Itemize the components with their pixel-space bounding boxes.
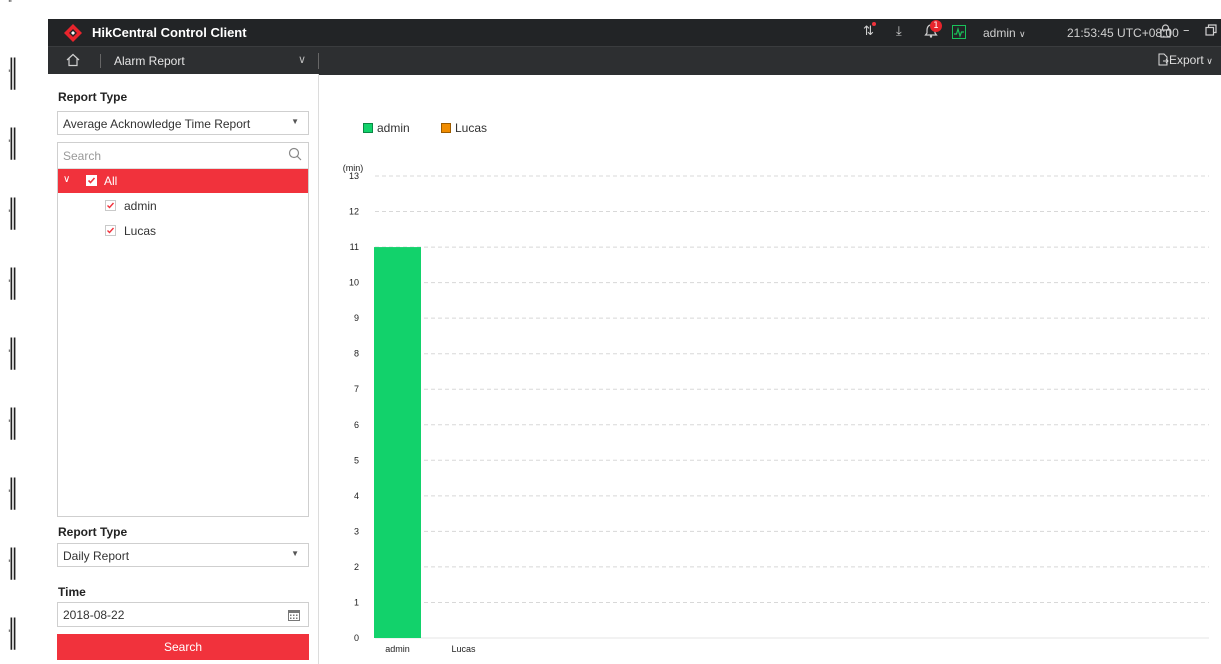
date-value: 2018-08-22	[63, 608, 125, 622]
margin-mark: "	[8, 139, 13, 149]
margin-mark: "	[8, 349, 13, 359]
y-tick-label: 12	[349, 207, 359, 217]
dropdown-caret-icon: ▼	[291, 549, 299, 558]
tree-node-label: Lucas	[124, 224, 157, 238]
y-tick-label: 3	[354, 526, 359, 536]
tree-node-lucas[interactable]: Lucas	[58, 219, 308, 243]
left-margin-strip: " ‖ " ‖ " ‖ " ‖ " ‖ " ‖ " ‖ " ‖ " ‖ "	[0, 0, 48, 664]
lock-icon[interactable]	[1160, 24, 1171, 42]
tree-node-all-label: All	[104, 174, 118, 188]
y-tick-label: 10	[349, 278, 359, 288]
search-button[interactable]: Search	[57, 634, 309, 660]
chevron-down-icon[interactable]: ∨	[298, 53, 306, 66]
health-monitor-icon[interactable]	[952, 25, 966, 43]
tree-node-label: admin	[124, 199, 157, 213]
report-type-value: Average Acknowledge Time Report	[63, 117, 251, 131]
y-tick-label: 6	[354, 420, 359, 430]
margin-mark: "	[8, 489, 13, 499]
y-tick-label: 8	[354, 349, 359, 359]
dropdown-caret-icon: ▼	[291, 117, 299, 126]
tree-node-admin[interactable]: admin	[58, 194, 308, 218]
y-tick-label: 4	[354, 491, 359, 501]
chart-plot: 012345678910111213(min)admin Lucas	[343, 163, 1209, 654]
export-icon	[1158, 53, 1169, 66]
search-icon[interactable]	[288, 147, 302, 161]
export-button[interactable]: Export ∨	[1157, 53, 1213, 67]
chevron-down-icon[interactable]: ∨	[63, 174, 70, 185]
all-checkbox[interactable]	[86, 175, 97, 186]
period-type-select[interactable]: Daily Report ▼	[57, 543, 309, 567]
alarm-bell-icon[interactable]: 1	[924, 20, 942, 42]
margin-mark: "	[8, 279, 13, 289]
y-tick-label: 1	[354, 597, 359, 607]
margin-mark: "	[8, 629, 13, 639]
margin-mark: "	[8, 559, 13, 569]
y-tick-label: 9	[354, 313, 359, 323]
period-type-label: Report Type	[58, 525, 128, 539]
time-label: Time	[58, 585, 86, 599]
person-tree: Search ∨ All admin Lucas	[57, 142, 309, 517]
app-window: HikCentral Control Client ⇅ ⤓ 1 admin ∨ …	[48, 19, 1221, 664]
tab-divider	[100, 54, 101, 68]
bar-admin	[374, 247, 421, 639]
export-label: Export	[1169, 53, 1204, 67]
x-tick-label: Lucas	[451, 644, 476, 654]
date-field[interactable]: 2018-08-22	[57, 602, 309, 627]
y-tick-label: 2	[354, 562, 359, 572]
user-name: admin	[983, 26, 1016, 40]
period-type-value: Daily Report	[63, 549, 130, 563]
restore-icon[interactable]	[1205, 24, 1217, 40]
chevron-down-icon: ∨	[1019, 29, 1026, 39]
y-tick-label: 7	[354, 384, 359, 394]
report-type-select[interactable]: Average Acknowledge Time Report ▼	[57, 111, 309, 135]
hikcentral-logo-icon	[64, 24, 82, 42]
tree-node-all[interactable]: ∨ All	[58, 169, 308, 193]
margin-mark: "	[8, 69, 13, 79]
report-sidebar: Report Type Average Acknowledge Time Rep…	[48, 74, 319, 664]
tab-alarm-report[interactable]: Alarm Report	[114, 54, 185, 68]
margin-mark: "	[8, 419, 13, 429]
tree-search-placeholder: Search	[63, 149, 102, 163]
y-axis-label: (min)	[343, 163, 364, 173]
calendar-icon[interactable]	[288, 609, 300, 621]
user-menu[interactable]: admin ∨	[983, 26, 1026, 40]
tree-search-input[interactable]: Search	[58, 143, 308, 169]
app-title: HikCentral Control Client	[92, 25, 247, 40]
y-tick-label: 11	[350, 242, 359, 252]
margin-mark: "	[8, 209, 13, 219]
y-tick-label: 0	[354, 633, 359, 643]
admin-checkbox[interactable]	[105, 200, 116, 211]
report-type-label: Report Type	[58, 90, 128, 104]
x-tick-label: admin	[385, 644, 410, 654]
lucas-checkbox[interactable]	[105, 225, 116, 236]
margin-mark: "	[8, 0, 13, 9]
report-chart: admin Lucas 0 1 2 3 4 5 6 7 8 9 10 11 12 13 (min) admin L…	[319, 74, 1221, 664]
minimize-icon[interactable]: –	[1183, 23, 1190, 38]
tab-bar: Alarm Report ∨ Export ∨	[48, 46, 1221, 75]
download-icon[interactable]: ⤓	[896, 24, 902, 39]
y-tick-label: 5	[354, 455, 359, 465]
chevron-down-icon: ∨	[1203, 56, 1213, 66]
transfer-icon[interactable]: ⇅	[863, 22, 876, 39]
tab-divider	[318, 53, 319, 69]
title-bar: HikCentral Control Client ⇅ ⤓ 1 admin ∨ …	[48, 19, 1221, 46]
notification-badge: 1	[930, 20, 942, 32]
home-icon[interactable]	[66, 53, 80, 67]
